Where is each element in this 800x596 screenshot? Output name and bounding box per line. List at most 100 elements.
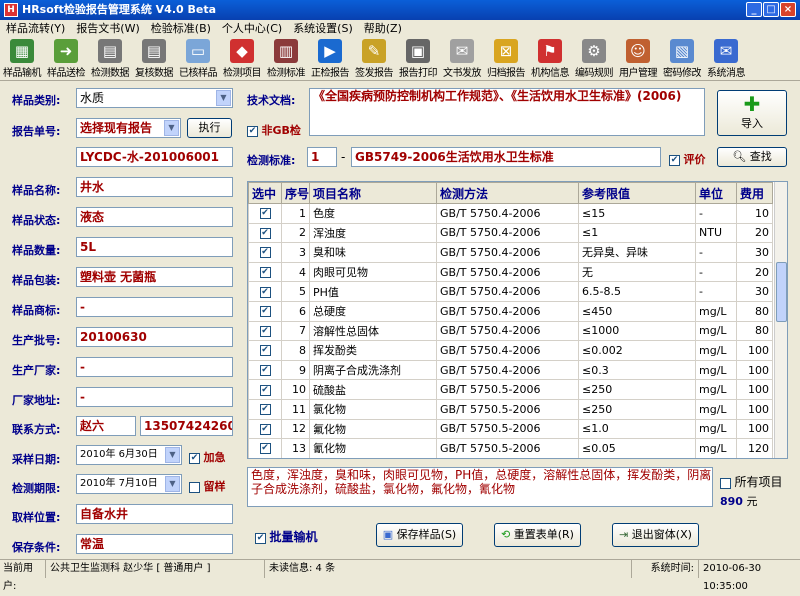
- maximize-button[interactable]: □: [763, 2, 779, 17]
- maker-field[interactable]: -: [76, 357, 233, 377]
- chevron-down-icon[interactable]: ▼: [165, 447, 180, 463]
- location-field[interactable]: 自备水井: [76, 504, 233, 524]
- table-row[interactable]: ✔ 12 氟化物 GB/T 5750.5-2006 ≤1.0 mg/L 100: [248, 418, 773, 440]
- keep-sample-checkbox[interactable]: 留样: [189, 478, 226, 494]
- pack-field[interactable]: 塑料壶 无菌瓶: [76, 267, 233, 287]
- table-row[interactable]: ✔ 8 挥发酚类 GB/T 5750.4-2006 ≤0.002 mg/L 100: [248, 340, 773, 361]
- column-header[interactable]: 单位: [695, 182, 737, 204]
- column-header[interactable]: 选中: [248, 182, 282, 204]
- table-row[interactable]: ✔ 6 总硬度 GB/T 5750.4-2006 ≤450 mg/L 80: [248, 300, 773, 322]
- unread-messages[interactable]: 未读信息: 4 条: [266, 560, 632, 578]
- row-checkbox[interactable]: ✔: [248, 340, 282, 361]
- state-field[interactable]: 液态: [76, 207, 233, 227]
- tech-doc-field[interactable]: 《全国疾病预防控制机构工作规范》、《生活饮用水卫生标准》(2006): [309, 88, 705, 136]
- minimize-button[interactable]: _: [746, 2, 762, 17]
- toolbar-button-16[interactable]: ✉ 系统消息: [704, 37, 748, 81]
- qty-field[interactable]: 5L: [76, 237, 233, 257]
- table-scrollbar[interactable]: [774, 182, 787, 458]
- execute-button[interactable]: 执行: [187, 118, 232, 138]
- summary-field[interactable]: 色度，浑浊度，臭和味，肉眼可见物，PH值，总硬度，溶解性总固体，挥发酚类，阴离子…: [247, 467, 713, 507]
- row-checkbox[interactable]: ✔: [248, 281, 282, 302]
- toolbar-button-3[interactable]: ▤ 复核数据: [132, 37, 176, 81]
- evaluate-checkbox[interactable]: ✔ 评价: [669, 151, 706, 167]
- table-row[interactable]: ✔ 11 氯化物 GB/T 5750.5-2006 ≤250 mg/L 100: [248, 398, 773, 420]
- menu-item-1[interactable]: 报告文书(W): [72, 20, 143, 37]
- std-no-field[interactable]: 1: [307, 147, 337, 167]
- toolbar-button-12[interactable]: ⚑ 机构信息: [528, 37, 572, 81]
- menu-item-4[interactable]: 系统设置(S): [289, 20, 357, 37]
- row-checkbox[interactable]: ✔: [248, 242, 282, 263]
- toolbar-button-8[interactable]: ✎ 签发报告: [352, 37, 396, 81]
- column-header[interactable]: 序号: [281, 182, 310, 204]
- table-row[interactable]: ✔ 7 溶解性总固体 GB/T 5750.4-2006 ≤1000 mg/L 80: [248, 320, 773, 342]
- table-row[interactable]: ✔ 3 臭和味 GB/T 5750.4-2006 无异臭、异味 -30: [248, 242, 773, 263]
- import-button[interactable]: ✚ 导入: [717, 90, 787, 136]
- exit-button[interactable]: ⇥ 退出窗体(X): [612, 523, 699, 547]
- report-no-field[interactable]: LYCDC-水-201006001: [76, 147, 233, 167]
- save-button[interactable]: ▣ 保存样品(S): [376, 523, 463, 547]
- menu-item-5[interactable]: 帮助(Z): [360, 20, 406, 37]
- chevron-down-icon[interactable]: ▼: [164, 120, 179, 136]
- urgent-checkbox[interactable]: ✔ 加急: [189, 449, 226, 465]
- row-checkbox[interactable]: ✔: [248, 222, 282, 244]
- sample-type-select[interactable]: 水质 ▼: [76, 88, 233, 108]
- toolbar-button-14[interactable]: ☺ 用户管理: [616, 37, 660, 81]
- toolbar-button-0[interactable]: ▦ 样品输机: [0, 37, 44, 81]
- column-header[interactable]: 项目名称: [309, 182, 437, 204]
- toolbar-button-5[interactable]: ◆ 检测项目: [220, 37, 264, 81]
- menu-item-2[interactable]: 检验标准(B): [147, 20, 215, 37]
- toolbar-button-15[interactable]: ▧ 密码修改: [660, 37, 704, 81]
- batch-field[interactable]: 20100630: [76, 327, 233, 347]
- row-checkbox[interactable]: ✔: [248, 203, 282, 224]
- report-select[interactable]: 选择现有报告 ▼: [76, 118, 181, 138]
- contact-phone-field[interactable]: 13507424260: [140, 416, 233, 436]
- toolbar-button-9[interactable]: ▣ 报告打印: [396, 37, 440, 81]
- toolbar-button-10[interactable]: ✉ 文书发放: [440, 37, 484, 81]
- menu-item-0[interactable]: 样品流转(Y): [2, 20, 69, 37]
- name-field[interactable]: 井水: [76, 177, 233, 197]
- toolbar-button-6[interactable]: ▥ 检测标准: [264, 37, 308, 81]
- row-checkbox[interactable]: ✔: [248, 418, 282, 440]
- menu-item-3[interactable]: 个人中心(C): [218, 20, 286, 37]
- table-row[interactable]: ✔ 4 肉眼可见物 GB/T 5750.4-2006 无 -20: [248, 261, 773, 283]
- brand-field[interactable]: -: [76, 297, 233, 317]
- table-row[interactable]: ✔ 5 PH值 GB/T 5750.4-2006 6.5-8.5-30: [248, 281, 773, 302]
- check-icon: ✔: [255, 532, 266, 544]
- table-row[interactable]: ✔ 2 浑浊度 GB/T 5750.4-2006 ≤1 NTU 20: [248, 222, 773, 244]
- table-row[interactable]: ✔ 9 阴离子合成洗涤剂 GB/T 5750.4-2006 ≤0.3 mg/L 100: [248, 359, 773, 381]
- scrollbar-thumb[interactable]: [776, 262, 787, 322]
- row-checkbox[interactable]: ✔: [248, 359, 282, 381]
- std-name-field[interactable]: GB5749-2006生活饮用水卫生标准: [351, 147, 661, 167]
- reset-button[interactable]: ⟲ 重置表单(R): [494, 523, 581, 547]
- toolbar-button-1[interactable]: ➜ 样品送检: [44, 37, 88, 81]
- addr-field[interactable]: -: [76, 387, 233, 407]
- row-checkbox[interactable]: ✔: [248, 320, 282, 342]
- batch-input-checkbox[interactable]: ✔ 批量输机: [255, 528, 318, 545]
- table-row[interactable]: ✔ 10 硫酸盐 GB/T 5750.5-2006 ≤250 mg/L 100: [248, 379, 773, 400]
- row-checkbox[interactable]: ✔: [248, 261, 282, 283]
- column-header[interactable]: 费用: [736, 182, 773, 204]
- row-checkbox[interactable]: ✔: [248, 438, 282, 458]
- row-checkbox[interactable]: ✔: [248, 300, 282, 322]
- column-header[interactable]: 参考限值: [578, 182, 696, 204]
- chevron-down-icon[interactable]: ▼: [216, 90, 231, 106]
- toolbar-button-7[interactable]: ▶ 正检报告: [308, 37, 352, 81]
- sample-date-picker[interactable]: 2010年 6月30日 ▼: [76, 445, 182, 465]
- row-checkbox[interactable]: ✔: [248, 398, 282, 420]
- close-button[interactable]: ×: [780, 2, 796, 17]
- toolbar-button-4[interactable]: ▭ 已核样品: [176, 37, 220, 81]
- all-items-checkbox[interactable]: 所有项目: [720, 473, 783, 490]
- search-button[interactable]: 🔍︎ 查找: [717, 147, 787, 167]
- storage-field[interactable]: 常温: [76, 534, 233, 554]
- table-row[interactable]: ✔ 13 氰化物 GB/T 5750.5-2006 ≤0.05 mg/L 120: [248, 438, 773, 458]
- toolbar-button-13[interactable]: ⚙ 编码规则: [572, 37, 616, 81]
- column-header[interactable]: 检测方法: [436, 182, 579, 204]
- toolbar-button-2[interactable]: ▤ 检测数据: [88, 37, 132, 81]
- row-checkbox[interactable]: ✔: [248, 379, 282, 400]
- chevron-down-icon[interactable]: ▼: [165, 476, 180, 492]
- table-row[interactable]: ✔ 1 色度 GB/T 5750.4-2006 ≤15-10: [248, 203, 773, 224]
- test-deadline-picker[interactable]: 2010年 7月10日 ▼: [76, 474, 182, 494]
- non-gb-checkbox[interactable]: ✔ 非GB检: [247, 122, 301, 138]
- contact-name-field[interactable]: 赵六: [76, 416, 136, 436]
- toolbar-button-11[interactable]: ⊠ 归档报告: [484, 37, 528, 81]
